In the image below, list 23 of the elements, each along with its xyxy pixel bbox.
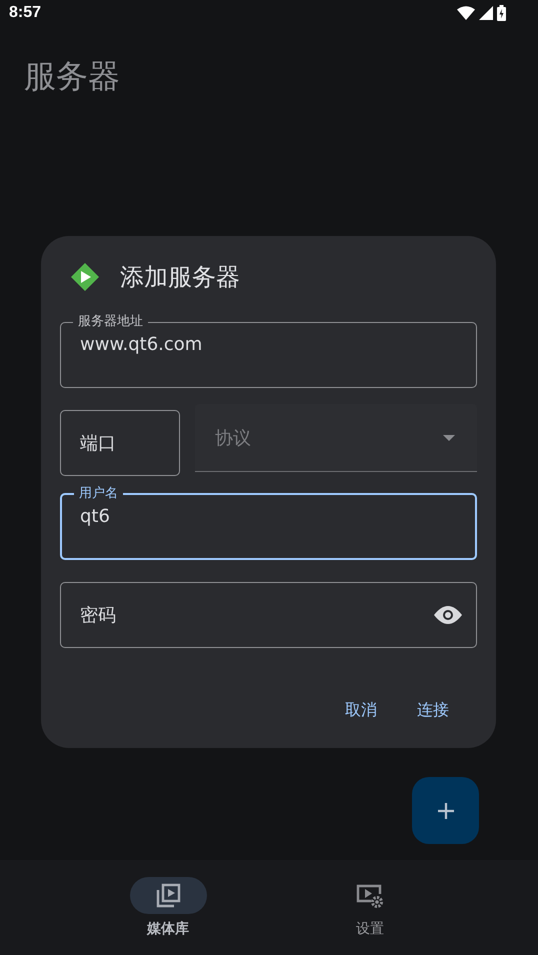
page-title: 服务器 (24, 56, 121, 97)
nav-tab[interactable] (130, 877, 206, 914)
status-time: 8:57 (9, 4, 42, 22)
eye-icon[interactable] (434, 606, 462, 624)
wifi-icon (457, 6, 475, 20)
username-field[interactable]: 用户名 qt6 (60, 486, 477, 560)
field-label: 服务器地址 (77, 314, 144, 330)
dropdown-caret-icon (443, 434, 455, 440)
field-label: 用户名 (78, 486, 119, 502)
dialog-button[interactable]: 连接 (405, 692, 461, 729)
video-library-icon (155, 882, 181, 908)
nav-label: 设置 (356, 920, 384, 938)
plus-icon (436, 802, 454, 820)
dialog-title: 添加服务器 (120, 262, 240, 293)
signal-icon (479, 6, 493, 20)
battery-icon (497, 5, 506, 21)
nav-label: 媒体库 (147, 920, 189, 938)
dialog-button[interactable]: 取消 (333, 692, 389, 729)
address-field[interactable]: 服务器地址 www.qt6.com (60, 314, 477, 388)
password-field[interactable]: 密码 (60, 582, 477, 648)
app-logo-icon (70, 262, 100, 292)
port-field[interactable]: 端口 (60, 410, 180, 476)
video-settings-icon (356, 882, 384, 908)
